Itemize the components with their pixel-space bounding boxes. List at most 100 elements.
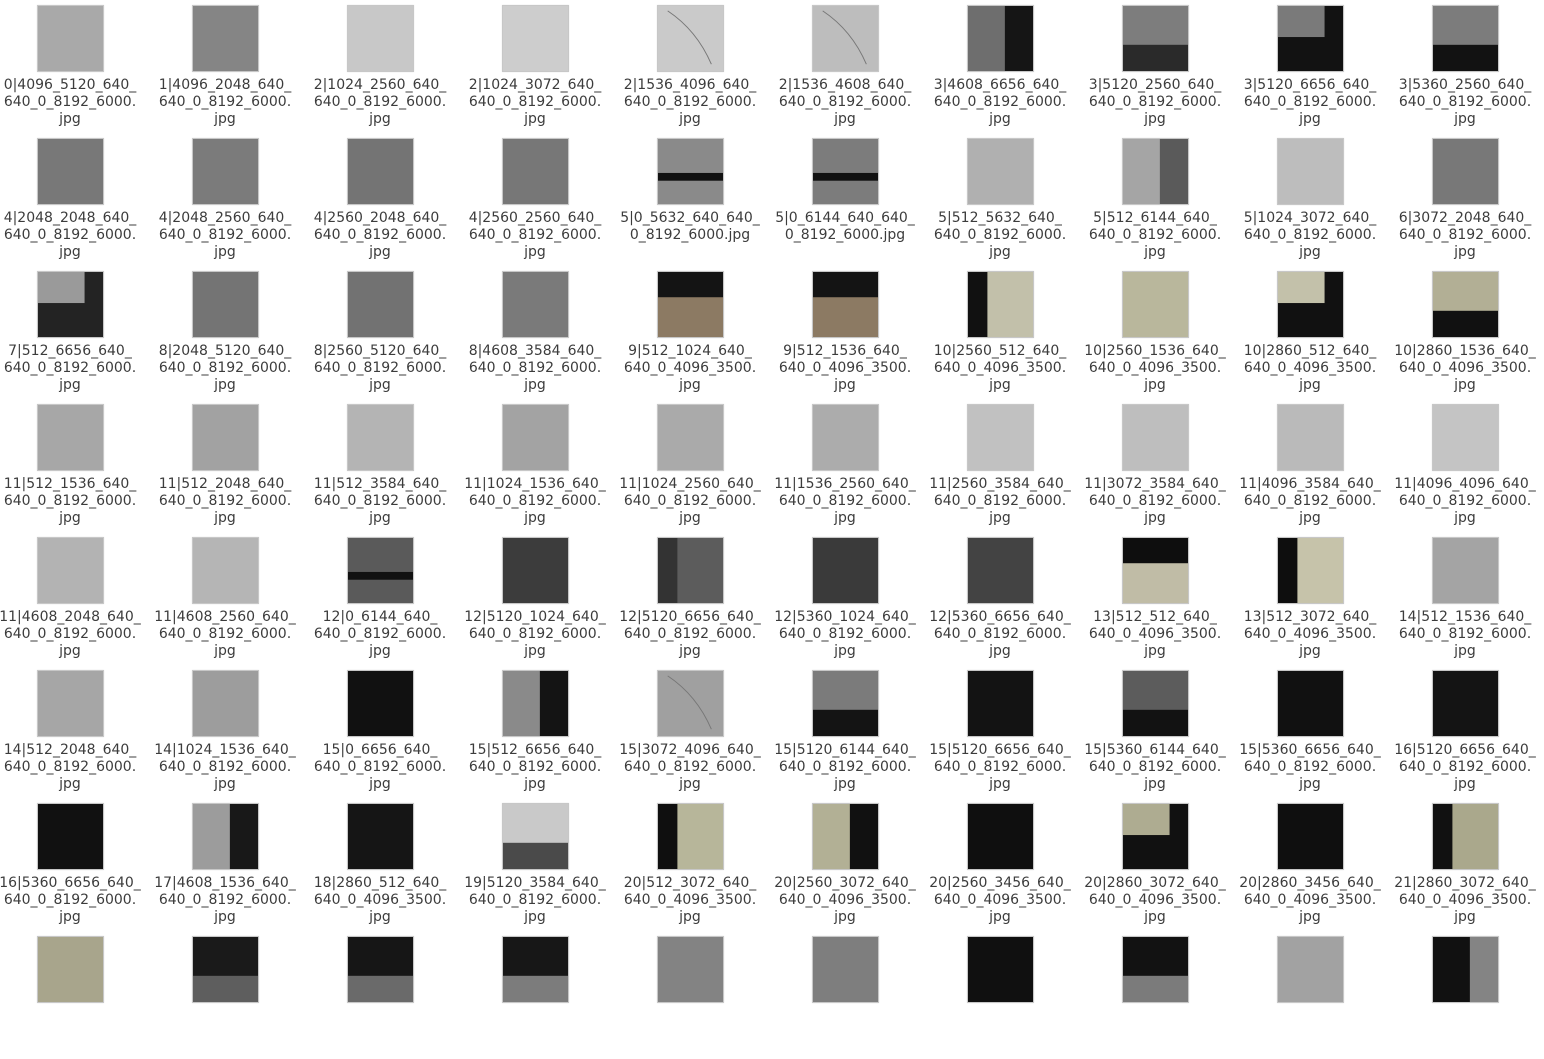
file-item[interactable]: 19|5120_3584_640_ 640_0_8192_6000. jpg: [460, 798, 610, 926]
file-thumbnail[interactable]: [1277, 404, 1344, 471]
file-thumbnail[interactable]: [347, 404, 414, 471]
file-thumbnail[interactable]: [1122, 537, 1189, 604]
file-thumbnail[interactable]: [1432, 138, 1499, 205]
file-item[interactable]: 17|4608_1536_640_ 640_0_8192_6000. jpg: [150, 798, 300, 926]
file-thumbnail[interactable]: [812, 803, 879, 870]
file-item[interactable]: 2|1536_4608_640_ 640_0_8192_6000. jpg: [770, 0, 920, 128]
file-item[interactable]: 11|4096_3584_640_ 640_0_8192_6000. jpg: [1235, 399, 1385, 527]
file-thumbnail[interactable]: [192, 936, 259, 1003]
file-thumbnail[interactable]: [967, 5, 1034, 72]
file-item[interactable]: 2|1024_3072_640_ 640_0_8192_6000. jpg: [460, 0, 610, 128]
file-thumbnail[interactable]: [192, 670, 259, 737]
file-item[interactable]: 8|2048_5120_640_ 640_0_8192_6000. jpg: [150, 266, 300, 394]
file-thumbnail[interactable]: [1277, 138, 1344, 205]
file-thumbnail[interactable]: [657, 271, 724, 338]
file-item[interactable]: 4|2048_2560_640_ 640_0_8192_6000. jpg: [150, 133, 300, 261]
file-thumbnail[interactable]: [347, 670, 414, 737]
file-item[interactable]: 11|4608_2560_640_ 640_0_8192_6000. jpg: [150, 532, 300, 660]
file-item[interactable]: 16|5120_6656_640_ 640_0_8192_6000. jpg: [1390, 665, 1540, 793]
file-thumbnail[interactable]: [1122, 936, 1189, 1003]
file-thumbnail[interactable]: [192, 5, 259, 72]
file-item[interactable]: 12|5360_6656_640_ 640_0_8192_6000. jpg: [925, 532, 1075, 660]
file-thumbnail[interactable]: [1277, 537, 1344, 604]
file-item[interactable]: 11|2560_3584_640_ 640_0_8192_6000. jpg: [925, 399, 1075, 527]
file-thumbnail[interactable]: [1122, 138, 1189, 205]
file-item[interactable]: 2|1024_2560_640_ 640_0_8192_6000. jpg: [305, 0, 455, 128]
file-thumbnail[interactable]: [967, 670, 1034, 737]
file-thumbnail[interactable]: [1277, 5, 1344, 72]
file-item[interactable]: [770, 931, 920, 1059]
file-item[interactable]: [615, 931, 765, 1059]
file-item[interactable]: 15|512_6656_640_ 640_0_8192_6000. jpg: [460, 665, 610, 793]
file-item[interactable]: 10|2560_1536_640_ 640_0_4096_3500. jpg: [1080, 266, 1230, 394]
file-item[interactable]: 11|1024_2560_640_ 640_0_8192_6000. jpg: [615, 399, 765, 527]
file-thumbnail[interactable]: [657, 5, 724, 72]
file-item[interactable]: 5|512_6144_640_ 640_0_8192_6000. jpg: [1080, 133, 1230, 261]
file-item[interactable]: 11|4096_4096_640_ 640_0_8192_6000. jpg: [1390, 399, 1540, 527]
file-item[interactable]: 18|2860_512_640_ 640_0_4096_3500. jpg: [305, 798, 455, 926]
file-item[interactable]: 11|4608_2048_640_ 640_0_8192_6000. jpg: [0, 532, 145, 660]
file-item[interactable]: 13|512_512_640_ 640_0_4096_3500. jpg: [1080, 532, 1230, 660]
file-item[interactable]: 4|2560_2560_640_ 640_0_8192_6000. jpg: [460, 133, 610, 261]
file-item[interactable]: 9|512_1024_640_ 640_0_4096_3500. jpg: [615, 266, 765, 394]
file-thumbnail[interactable]: [37, 271, 104, 338]
file-thumbnail[interactable]: [657, 138, 724, 205]
file-thumbnail[interactable]: [1277, 803, 1344, 870]
file-item[interactable]: 4|2048_2048_640_ 640_0_8192_6000. jpg: [0, 133, 145, 261]
file-item[interactable]: 3|5120_6656_640_ 640_0_8192_6000. jpg: [1235, 0, 1385, 128]
file-item[interactable]: [1080, 931, 1230, 1059]
file-item[interactable]: 15|5120_6656_640_ 640_0_8192_6000. jpg: [925, 665, 1075, 793]
file-thumbnail[interactable]: [967, 138, 1034, 205]
file-item[interactable]: 13|512_3072_640_ 640_0_4096_3500. jpg: [1235, 532, 1385, 660]
file-item[interactable]: 11|512_1536_640_ 640_0_8192_6000. jpg: [0, 399, 145, 527]
file-item[interactable]: [460, 931, 610, 1059]
file-thumbnail[interactable]: [657, 803, 724, 870]
file-thumbnail[interactable]: [812, 537, 879, 604]
file-thumbnail[interactable]: [1277, 271, 1344, 338]
file-thumbnail[interactable]: [502, 670, 569, 737]
file-item[interactable]: 1|4096_2048_640_ 640_0_8192_6000. jpg: [150, 0, 300, 128]
file-thumbnail[interactable]: [967, 936, 1034, 1003]
file-thumbnail[interactable]: [1432, 5, 1499, 72]
file-item[interactable]: 11|512_2048_640_ 640_0_8192_6000. jpg: [150, 399, 300, 527]
file-item[interactable]: 10|2860_1536_640_ 640_0_4096_3500. jpg: [1390, 266, 1540, 394]
file-thumbnail[interactable]: [657, 670, 724, 737]
file-thumbnail[interactable]: [502, 936, 569, 1003]
file-item[interactable]: 3|4608_6656_640_ 640_0_8192_6000. jpg: [925, 0, 1075, 128]
file-item[interactable]: 12|5120_1024_640_ 640_0_8192_6000. jpg: [460, 532, 610, 660]
file-item[interactable]: 8|2560_5120_640_ 640_0_8192_6000. jpg: [305, 266, 455, 394]
file-item[interactable]: 5|1024_3072_640_ 640_0_8192_6000. jpg: [1235, 133, 1385, 261]
file-item[interactable]: 15|5360_6144_640_ 640_0_8192_6000. jpg: [1080, 665, 1230, 793]
file-item[interactable]: 11|1024_1536_640_ 640_0_8192_6000. jpg: [460, 399, 610, 527]
file-item[interactable]: 12|5360_1024_640_ 640_0_8192_6000. jpg: [770, 532, 920, 660]
file-thumbnail[interactable]: [37, 537, 104, 604]
file-thumbnail[interactable]: [192, 803, 259, 870]
file-thumbnail[interactable]: [37, 936, 104, 1003]
file-thumbnail[interactable]: [502, 537, 569, 604]
file-item[interactable]: 7|512_6656_640_ 640_0_8192_6000. jpg: [0, 266, 145, 394]
file-thumbnail[interactable]: [1432, 670, 1499, 737]
file-item[interactable]: 2|1536_4096_640_ 640_0_8192_6000. jpg: [615, 0, 765, 128]
file-thumbnail[interactable]: [37, 404, 104, 471]
file-thumbnail[interactable]: [502, 138, 569, 205]
file-thumbnail[interactable]: [347, 803, 414, 870]
file-thumbnail[interactable]: [1277, 936, 1344, 1003]
file-thumbnail[interactable]: [812, 670, 879, 737]
file-item[interactable]: [925, 931, 1075, 1059]
file-thumbnail[interactable]: [812, 404, 879, 471]
file-thumbnail[interactable]: [502, 271, 569, 338]
file-thumbnail[interactable]: [967, 803, 1034, 870]
file-item[interactable]: [0, 931, 145, 1059]
file-item[interactable]: 9|512_1536_640_ 640_0_4096_3500. jpg: [770, 266, 920, 394]
file-item[interactable]: 3|5120_2560_640_ 640_0_8192_6000. jpg: [1080, 0, 1230, 128]
file-item[interactable]: 20|2860_3072_640_ 640_0_4096_3500. jpg: [1080, 798, 1230, 926]
file-item[interactable]: 16|5360_6656_640_ 640_0_8192_6000. jpg: [0, 798, 145, 926]
file-item[interactable]: 5|0_6144_640_640_ 0_8192_6000.jpg: [770, 133, 920, 261]
file-item[interactable]: [1235, 931, 1385, 1059]
file-item[interactable]: 12|0_6144_640_ 640_0_8192_6000. jpg: [305, 532, 455, 660]
file-thumbnail[interactable]: [502, 5, 569, 72]
file-item[interactable]: 4|2560_2048_640_ 640_0_8192_6000. jpg: [305, 133, 455, 261]
file-item[interactable]: 11|1536_2560_640_ 640_0_8192_6000. jpg: [770, 399, 920, 527]
file-thumbnail[interactable]: [502, 803, 569, 870]
file-thumbnail[interactable]: [1432, 803, 1499, 870]
